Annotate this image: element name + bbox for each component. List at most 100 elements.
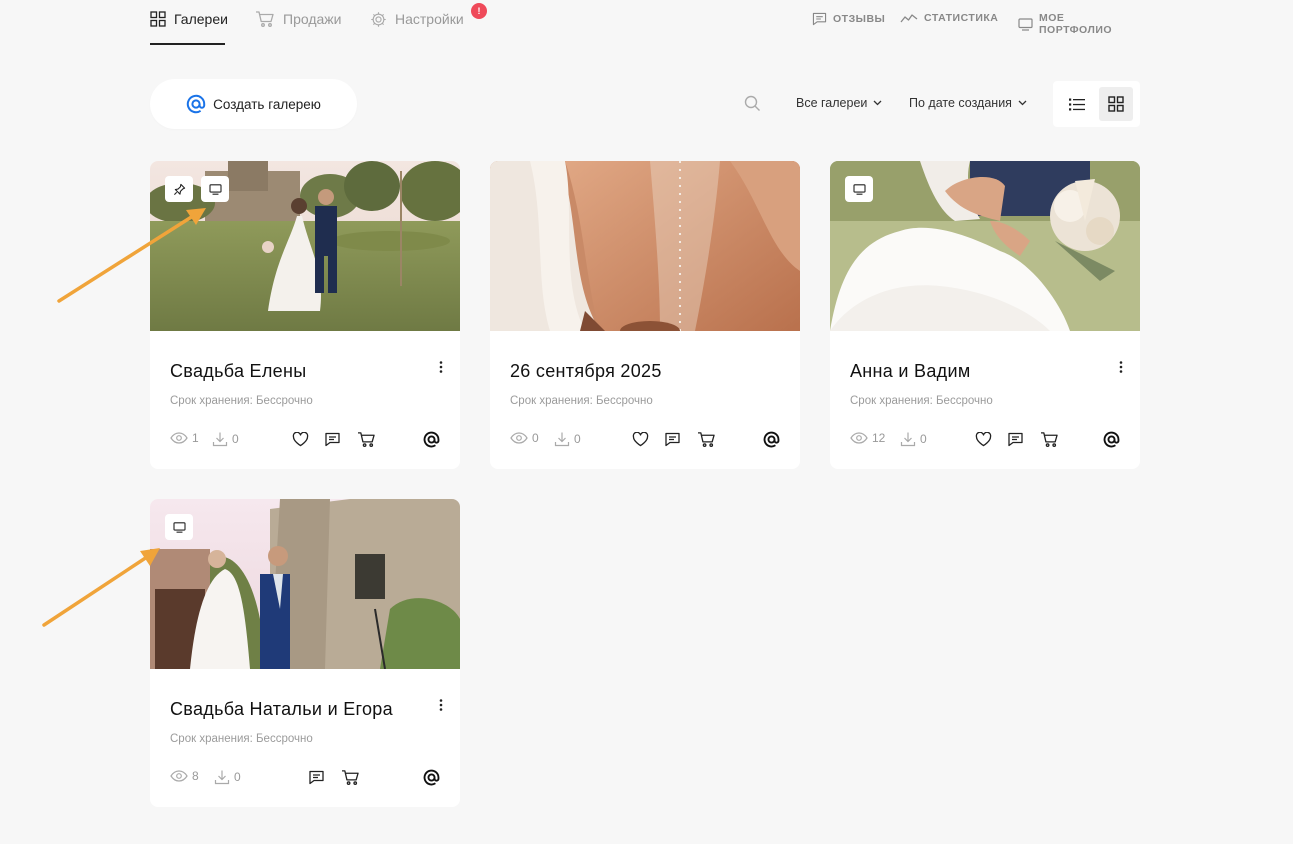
comment-icon	[812, 12, 827, 26]
favorites-button[interactable]	[972, 429, 994, 449]
statistics-label: СТАТИСТИКА	[924, 12, 999, 24]
tab-galleries-label: Галереи	[174, 11, 228, 27]
cart-icon	[341, 769, 360, 786]
reviews-label: ОТЗЫВЫ	[833, 13, 886, 25]
gallery-title[interactable]: Свадьба Елены	[170, 361, 306, 382]
views-count: 12	[850, 431, 885, 445]
cart-icon	[697, 431, 716, 448]
tab-settings-label: Настройки	[395, 11, 464, 27]
active-tab-indicator	[150, 43, 225, 45]
monitor-icon	[172, 521, 186, 533]
settings-notification-badge: !	[471, 3, 487, 19]
download-icon	[554, 431, 570, 447]
tab-sales-label: Продажи	[283, 11, 342, 27]
monitor-icon	[208, 183, 222, 195]
gallery-card[interactable]: Анна и Вадим Срок хранения: Бессрочно 12…	[830, 161, 1140, 469]
heart-icon	[975, 431, 992, 447]
share-link-button[interactable]	[1100, 429, 1122, 449]
downloads-count: 0	[214, 769, 241, 785]
tab-sales[interactable]: Продажи	[255, 10, 341, 28]
sales-button[interactable]	[695, 429, 717, 449]
more-vertical-icon	[1119, 361, 1123, 373]
portfolio-label: МОЕ ПОРТФОЛИО	[1039, 12, 1113, 36]
comments-button[interactable]	[1004, 429, 1026, 449]
at-sign-icon	[423, 769, 440, 786]
create-gallery-button[interactable]: Создать галерею	[150, 79, 357, 129]
sort-dropdown[interactable]: По дате создания	[909, 96, 1027, 110]
more-vertical-icon	[439, 361, 443, 373]
stats-icon	[900, 12, 918, 24]
gallery-cover-image[interactable]	[150, 499, 460, 669]
comments-button[interactable]	[305, 767, 327, 787]
gallery-title[interactable]: 26 сентября 2025	[510, 361, 662, 382]
gallery-filter-dropdown[interactable]: Все галереи	[796, 96, 882, 110]
downloads-value: 0	[574, 432, 581, 446]
sort-label: По дате создания	[909, 96, 1012, 110]
chevron-down-icon	[1018, 100, 1027, 106]
gallery-title[interactable]: Анна и Вадим	[850, 361, 971, 382]
portfolio-link[interactable]: МОЕ ПОРТФОЛИО	[1018, 12, 1140, 36]
sales-button[interactable]	[1038, 429, 1060, 449]
monitor-icon	[1018, 17, 1033, 31]
search-icon	[744, 95, 761, 112]
portfolio-badge[interactable]	[845, 176, 873, 202]
gallery-cover-image[interactable]	[150, 161, 460, 331]
gallery-card[interactable]: 26 сентября 2025 Срок хранения: Бессрочн…	[490, 161, 800, 469]
grid-view-button[interactable]	[1099, 87, 1133, 121]
views-count: 8	[170, 769, 199, 783]
favorites-button[interactable]	[289, 429, 311, 449]
at-sign-icon	[423, 431, 440, 448]
views-value: 8	[192, 769, 199, 783]
comments-button[interactable]	[661, 429, 683, 449]
storage-period: Срок хранения: Бессрочно	[170, 733, 313, 745]
share-link-button[interactable]	[420, 429, 442, 449]
views-count: 1	[170, 431, 199, 445]
downloads-count: 0	[212, 431, 239, 447]
storage-period: Срок хранения: Бессрочно	[510, 395, 653, 407]
more-menu-button[interactable]	[436, 359, 446, 375]
favorites-button[interactable]	[629, 429, 651, 449]
pin-icon	[173, 183, 186, 196]
download-icon	[214, 769, 230, 785]
download-icon	[900, 431, 916, 447]
views-value: 0	[532, 431, 539, 445]
sales-button[interactable]	[355, 429, 377, 449]
gallery-card[interactable]: Свадьба Натальи и Егора Срок хранения: Б…	[150, 499, 460, 807]
search-button[interactable]	[744, 95, 761, 112]
statistics-link[interactable]: СТАТИСТИКА	[900, 12, 998, 24]
portfolio-badge[interactable]	[201, 176, 229, 202]
gear-icon	[370, 11, 387, 28]
create-gallery-label: Создать галерею	[213, 96, 321, 112]
eye-icon	[170, 432, 188, 444]
more-menu-button[interactable]	[436, 697, 446, 713]
comments-button[interactable]	[321, 429, 343, 449]
gallery-cover-image[interactable]	[830, 161, 1140, 331]
list-view-button[interactable]	[1060, 87, 1094, 121]
storage-period: Срок хранения: Бессрочно	[170, 395, 313, 407]
top-nav: Галереи Продажи Настройки ! ОТЗЫВЫ СТАТИ…	[150, 0, 1140, 46]
view-mode-switch	[1053, 81, 1140, 127]
reviews-link[interactable]: ОТЗЫВЫ	[812, 12, 885, 26]
grid-icon	[150, 11, 166, 27]
gallery-cover-image[interactable]	[490, 161, 800, 331]
portfolio-badge[interactable]	[165, 514, 193, 540]
gallery-card[interactable]: Свадьба Елены Срок хранения: Бессрочно 1…	[150, 161, 460, 469]
share-link-button[interactable]	[420, 767, 442, 787]
more-menu-button[interactable]	[1116, 359, 1126, 375]
cart-icon	[255, 10, 275, 28]
eye-icon	[850, 432, 868, 444]
comment-icon	[664, 432, 681, 447]
tab-galleries[interactable]: Галереи	[150, 10, 228, 28]
gallery-title[interactable]: Свадьба Натальи и Егора	[170, 699, 393, 720]
downloads-value: 0	[920, 432, 927, 446]
downloads-value: 0	[232, 432, 239, 446]
downloads-count: 0	[554, 431, 581, 447]
sales-button[interactable]	[339, 767, 361, 787]
downloads-count: 0	[900, 431, 927, 447]
pin-button[interactable]	[165, 176, 193, 202]
tab-settings[interactable]: Настройки	[370, 10, 464, 28]
comment-icon	[1007, 432, 1024, 447]
chevron-down-icon	[873, 100, 882, 106]
share-link-button[interactable]	[760, 429, 782, 449]
comment-icon	[308, 770, 325, 785]
